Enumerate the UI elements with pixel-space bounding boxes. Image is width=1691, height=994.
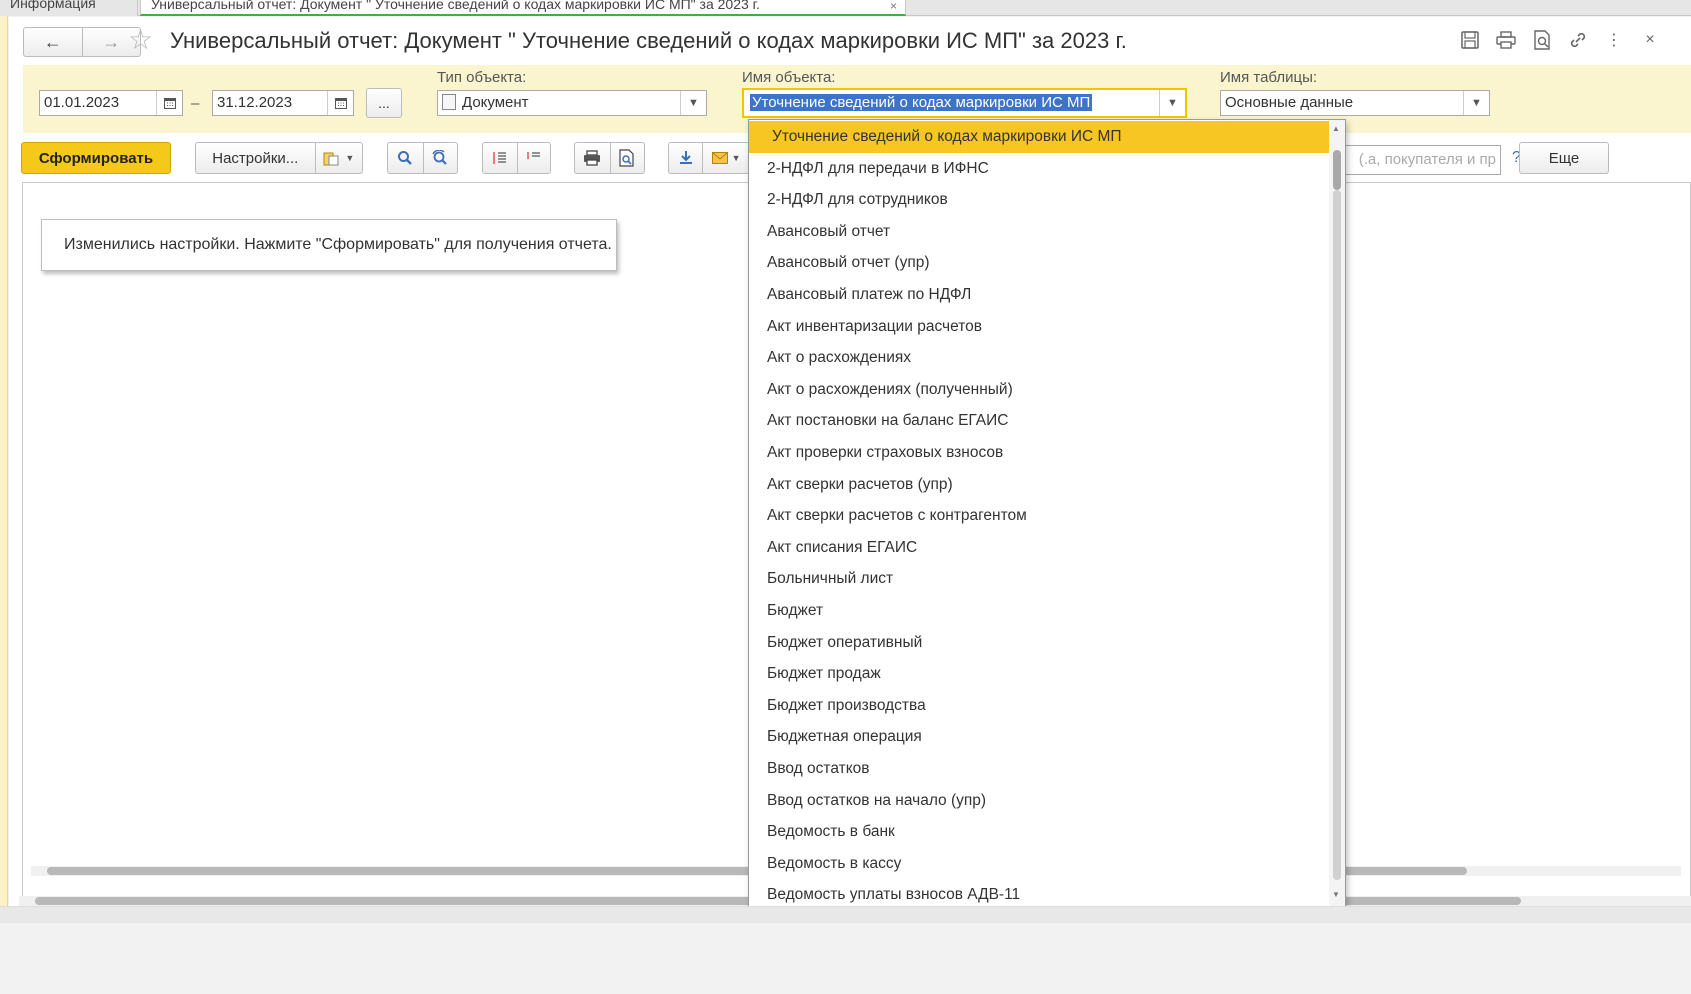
dropdown-item[interactable]: Акт о расхождениях (полученный)	[749, 374, 1329, 406]
dropdown-item[interactable]: 2-НДФЛ для передачи в ИФНС	[749, 153, 1329, 185]
arrow-left-icon: ←	[43, 31, 62, 52]
group-buttons	[482, 142, 551, 174]
dropdown-item[interactable]: Ведомость уплаты взносов АДВ-11	[749, 879, 1329, 906]
collapse-groups-icon[interactable]	[516, 143, 551, 173]
tab-label: Информация	[10, 0, 96, 11]
settings-button[interactable]: Настройки...	[196, 143, 315, 173]
page-title: Универсальный отчет: Документ " Уточнени…	[170, 28, 1127, 53]
print-group	[574, 142, 645, 174]
tab-universal-report[interactable]: Универсальный отчет: Документ " Уточнени…	[140, 0, 906, 16]
back-button[interactable]: ←	[24, 28, 82, 56]
arrow-right-icon: →	[102, 31, 121, 52]
dropdown-item[interactable]: 2-НДФЛ для сотрудников	[749, 184, 1329, 216]
date-from-value: 01.01.2023	[44, 94, 120, 111]
chevron-up-icon[interactable]: ▲	[1332, 124, 1340, 133]
object-name-field[interactable]: Уточнение сведений о кодах маркировки ИС…	[742, 88, 1187, 118]
dropdown-item[interactable]: Бюджет продаж	[749, 658, 1329, 690]
tab-strip: Информация Универсальный отчет: Документ…	[0, 0, 1691, 16]
tab-label: Универсальный отчет: Документ " Уточнени…	[151, 0, 760, 12]
object-name-dropdown[interactable]: Уточнение сведений о кодах маркировки ИС…	[748, 119, 1346, 907]
dropdown-item[interactable]: Акт инвентаризации расчетов	[749, 311, 1329, 343]
tab-information[interactable]: Информация	[0, 0, 138, 16]
taskbar	[0, 906, 1691, 994]
dropdown-item[interactable]: Ведомость в кассу	[749, 848, 1329, 880]
object-type-field[interactable]: Документ ▼	[437, 90, 707, 116]
save-icon[interactable]	[1459, 29, 1481, 51]
title-toolbar: ⋮ ×	[1459, 29, 1661, 51]
generate-button[interactable]: Сформировать	[21, 142, 171, 174]
dropdown-item[interactable]: Авансовый платеж по НДФЛ	[749, 279, 1329, 311]
date-separator: –	[191, 95, 200, 112]
dropdown-item[interactable]: Бюджет оперативный	[749, 627, 1329, 659]
dropdown-item[interactable]: Авансовый отчет (упр)	[749, 247, 1329, 279]
scrollbar-track[interactable]	[1333, 190, 1341, 880]
chevron-down-icon[interactable]: ▼	[680, 91, 706, 115]
dropdown-item[interactable]: Акт списания ЕГАИС	[749, 532, 1329, 564]
export-group: ▼	[668, 142, 750, 174]
dropdown-item[interactable]: Ведомость в банк	[749, 816, 1329, 848]
left-panel-edge	[0, 16, 8, 980]
expand-groups-icon[interactable]	[483, 143, 517, 173]
search-icon[interactable]	[388, 143, 423, 173]
calendar-icon[interactable]	[156, 91, 182, 115]
settings-changed-notice: Изменились настройки. Нажмите "Сформиров…	[41, 219, 617, 271]
period-select-button[interactable]: ...	[366, 88, 402, 118]
preview-icon[interactable]	[1531, 29, 1553, 51]
chevron-down-icon[interactable]: ▼	[1463, 91, 1489, 115]
star-icon[interactable]: ☆	[128, 25, 153, 55]
more-icon[interactable]: ⋮	[1603, 29, 1625, 51]
dropdown-item[interactable]: Акт сверки расчетов с контрагентом	[749, 500, 1329, 532]
dropdown-item[interactable]: Бюджет	[749, 595, 1329, 627]
variants-button[interactable]: ▼	[314, 143, 362, 173]
search-group	[387, 142, 458, 174]
close-icon[interactable]: ×	[890, 0, 897, 14]
preview-icon[interactable]	[609, 143, 645, 173]
dropdown-item[interactable]: Ввод остатков	[749, 753, 1329, 785]
dropdown-item[interactable]: Акт сверки расчетов (упр)	[749, 469, 1329, 501]
dropdown-item[interactable]: Больничный лист	[749, 563, 1329, 595]
close-icon[interactable]: ×	[1639, 29, 1661, 51]
print-icon[interactable]	[1495, 29, 1517, 51]
chevron-down-icon[interactable]: ▼	[1159, 90, 1185, 116]
table-name-field[interactable]: Основные данные ▼	[1220, 90, 1490, 116]
table-name-label: Имя таблицы:	[1220, 69, 1318, 86]
chevron-down-icon[interactable]: ▼	[1332, 890, 1340, 899]
date-to-field[interactable]: 31.12.2023	[212, 90, 354, 116]
object-name-label: Имя объекта:	[742, 69, 836, 86]
download-icon[interactable]	[669, 143, 702, 173]
object-name-value: Уточнение сведений о кодах маркировки ИС…	[750, 94, 1093, 111]
dropdown-item[interactable]: Бюджет производства	[749, 690, 1329, 722]
calendar-icon[interactable]	[327, 91, 353, 115]
print-icon[interactable]	[575, 143, 610, 173]
scrollbar-thumb[interactable]	[1333, 150, 1341, 190]
navigation-buttons: ← →	[23, 27, 141, 57]
dropdown-item[interactable]: Акт постановки на баланс ЕГАИС	[749, 405, 1329, 437]
link-icon[interactable]	[1567, 29, 1589, 51]
search-refresh-icon[interactable]	[422, 143, 458, 173]
mail-icon[interactable]: ▼	[702, 143, 749, 173]
dropdown-item[interactable]: Акт проверки страховых взносов	[749, 437, 1329, 469]
dropdown-item[interactable]: Акт о расхождениях	[749, 342, 1329, 374]
document-icon	[442, 94, 456, 110]
dropdown-item-selected[interactable]: Уточнение сведений о кодах маркировки ИС…	[749, 121, 1329, 153]
settings-group: Настройки... ▼	[195, 142, 363, 174]
object-type-label: Тип объекта:	[437, 69, 527, 86]
dropdown-item[interactable]: Ввод остатков на начало (упр)	[749, 785, 1329, 817]
more-button[interactable]: Еще	[1519, 142, 1609, 174]
search-input[interactable]: а, покупателя и пр.)	[1341, 145, 1501, 175]
taskbar-strip	[0, 907, 1691, 923]
date-to-value: 31.12.2023	[217, 94, 293, 111]
table-name-value: Основные данные	[1225, 94, 1354, 111]
dropdown-item[interactable]: Бюджетная операция	[749, 721, 1329, 753]
date-from-field[interactable]: 01.01.2023	[39, 90, 183, 116]
dropdown-scrollbar[interactable]: ▲ ▼	[1329, 120, 1345, 906]
object-type-value: Документ	[462, 94, 529, 111]
dropdown-item[interactable]: Авансовый отчет	[749, 216, 1329, 248]
